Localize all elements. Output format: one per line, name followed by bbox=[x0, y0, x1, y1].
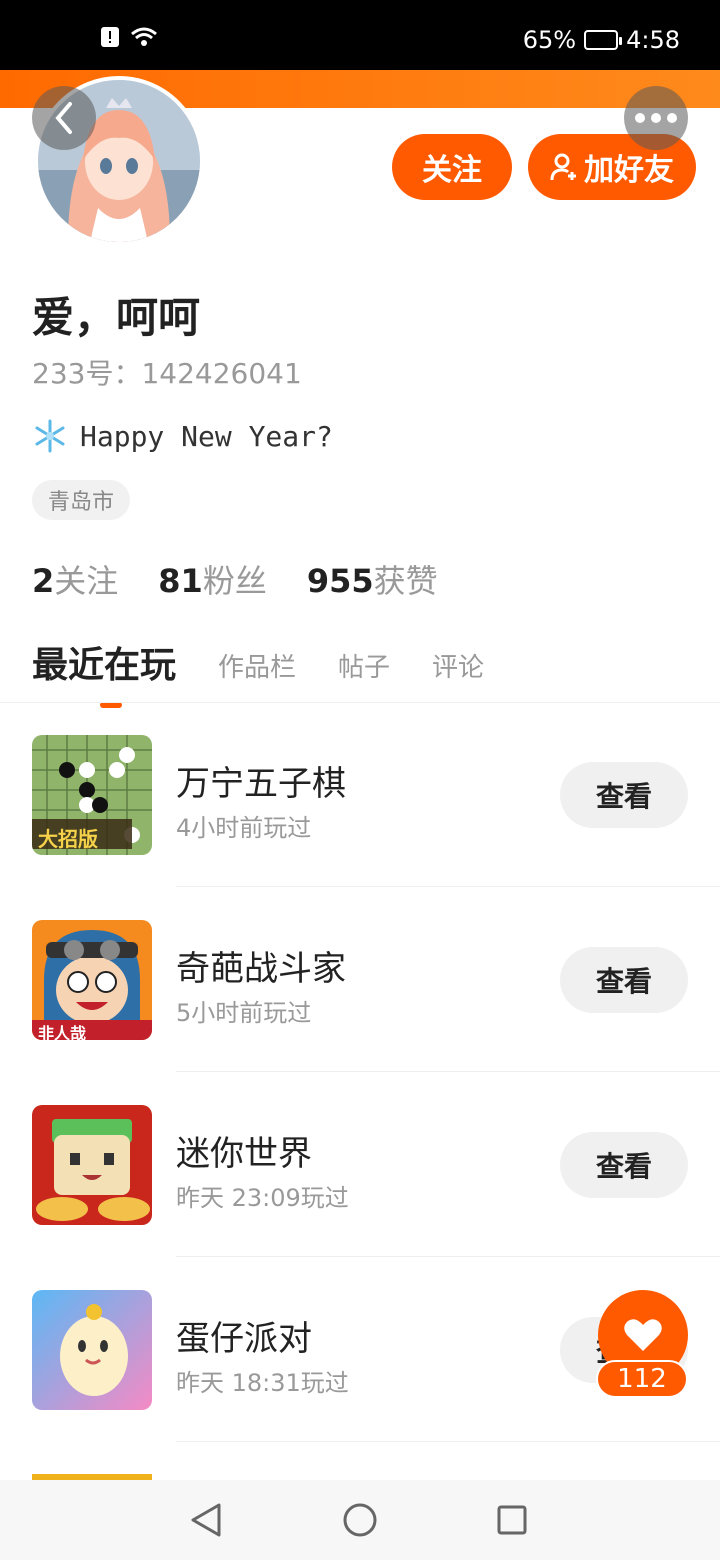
status-right: 65% 4:58 bbox=[523, 26, 680, 54]
circle-home-icon bbox=[343, 1503, 377, 1537]
location-tag: 青岛市 bbox=[32, 480, 131, 520]
tab-recent-played[interactable]: 最近在玩 bbox=[32, 636, 177, 708]
more-button[interactable] bbox=[624, 86, 688, 150]
list-item[interactable]: 大招版 万宁五子棋 4小时前玩过 查看 bbox=[0, 702, 720, 887]
tab-comments[interactable]: 评论 bbox=[432, 647, 484, 688]
add-friend-label: 加好友 bbox=[584, 153, 674, 188]
triangle-back-icon bbox=[191, 1503, 221, 1537]
stat-label: 关注 bbox=[54, 562, 119, 600]
game-time: 4小时前玩过 bbox=[176, 814, 312, 842]
nav-recents-button[interactable] bbox=[490, 1498, 534, 1542]
like-count-badge: 112 bbox=[596, 1360, 688, 1398]
nav-home-button[interactable] bbox=[338, 1498, 382, 1542]
stat-value: 955 bbox=[306, 562, 374, 600]
tab-label: 最近在玩 bbox=[32, 645, 177, 686]
view-button[interactable]: 查看 bbox=[560, 762, 688, 828]
qipa-icon-text: 非人哉 bbox=[38, 1024, 87, 1040]
back-button[interactable] bbox=[32, 86, 96, 150]
wifi-icon bbox=[130, 26, 158, 52]
alert-icon bbox=[100, 26, 120, 52]
heart-icon bbox=[624, 1319, 662, 1351]
nav-back-button[interactable] bbox=[184, 1498, 228, 1542]
game-time: 5小时前玩过 bbox=[176, 999, 312, 1027]
status-bar: 65% 4:58 bbox=[0, 0, 720, 70]
profile-uid: 233号：142426041 bbox=[32, 352, 302, 392]
follow-button[interactable]: 关注 bbox=[392, 134, 512, 200]
profile-tabs: 最近在玩 作品栏 帖子 评论 bbox=[32, 636, 484, 708]
bio-text: Happy New Year? bbox=[80, 419, 333, 453]
more-dots-icon bbox=[635, 113, 677, 123]
battery-icon bbox=[584, 30, 623, 50]
gomoku-icon-text: 大招版 bbox=[38, 827, 98, 851]
tab-posts[interactable]: 帖子 bbox=[338, 647, 390, 688]
game-icon-gomoku: 大招版 bbox=[32, 735, 152, 855]
game-title: 奇葩战斗家 bbox=[176, 949, 346, 989]
profile-stats: 2关注 81粉丝 955获赞 bbox=[32, 556, 438, 602]
game-title: 迷你世界 bbox=[176, 1134, 312, 1174]
list-item[interactable]: 迷你世界 昨天 23:09玩过 查看 bbox=[0, 1072, 720, 1257]
game-time: 昨天 23:09玩过 bbox=[176, 1184, 349, 1212]
game-icon-qipa: 非人哉 bbox=[32, 920, 152, 1040]
profile-bio: Happy New Year? bbox=[32, 418, 333, 454]
uid-label: 233号： bbox=[32, 357, 142, 390]
system-nav-bar bbox=[0, 1480, 720, 1560]
chevron-left-icon bbox=[55, 102, 72, 134]
stat-value: 81 bbox=[158, 562, 203, 600]
view-button[interactable]: 查看 bbox=[560, 947, 688, 1013]
uid-value: 142426041 bbox=[141, 357, 302, 390]
clock: 4:58 bbox=[626, 26, 680, 54]
list-item[interactable]: 非人哉 奇葩战斗家 5小时前玩过 查看 bbox=[0, 887, 720, 1072]
row-divider bbox=[176, 1441, 720, 1442]
game-title: 蛋仔派对 bbox=[176, 1319, 312, 1359]
follow-label: 关注 bbox=[422, 153, 482, 188]
stat-label: 获赞 bbox=[373, 562, 438, 600]
battery-percent: 65% bbox=[522, 26, 577, 54]
status-left bbox=[100, 26, 158, 52]
game-time: 昨天 18:31玩过 bbox=[176, 1369, 349, 1397]
add-user-icon bbox=[550, 153, 576, 181]
stat-value: 2 bbox=[32, 562, 55, 600]
tab-works[interactable]: 作品栏 bbox=[218, 647, 296, 688]
game-icon-mini-world bbox=[32, 1105, 152, 1225]
stat-label: 粉丝 bbox=[202, 562, 267, 600]
stat-likes[interactable]: 955获赞 bbox=[307, 556, 438, 602]
profile-name: 爱，呵呵 bbox=[32, 293, 201, 342]
stat-followers[interactable]: 81粉丝 bbox=[158, 556, 267, 602]
square-recents-icon bbox=[497, 1505, 527, 1535]
view-button[interactable]: 查看 bbox=[560, 1132, 688, 1198]
game-title: 万宁五子棋 bbox=[176, 764, 346, 804]
stat-following[interactable]: 2关注 bbox=[32, 556, 118, 602]
game-icon-eggy-party bbox=[32, 1290, 152, 1410]
snowflake-icon bbox=[35, 419, 65, 453]
